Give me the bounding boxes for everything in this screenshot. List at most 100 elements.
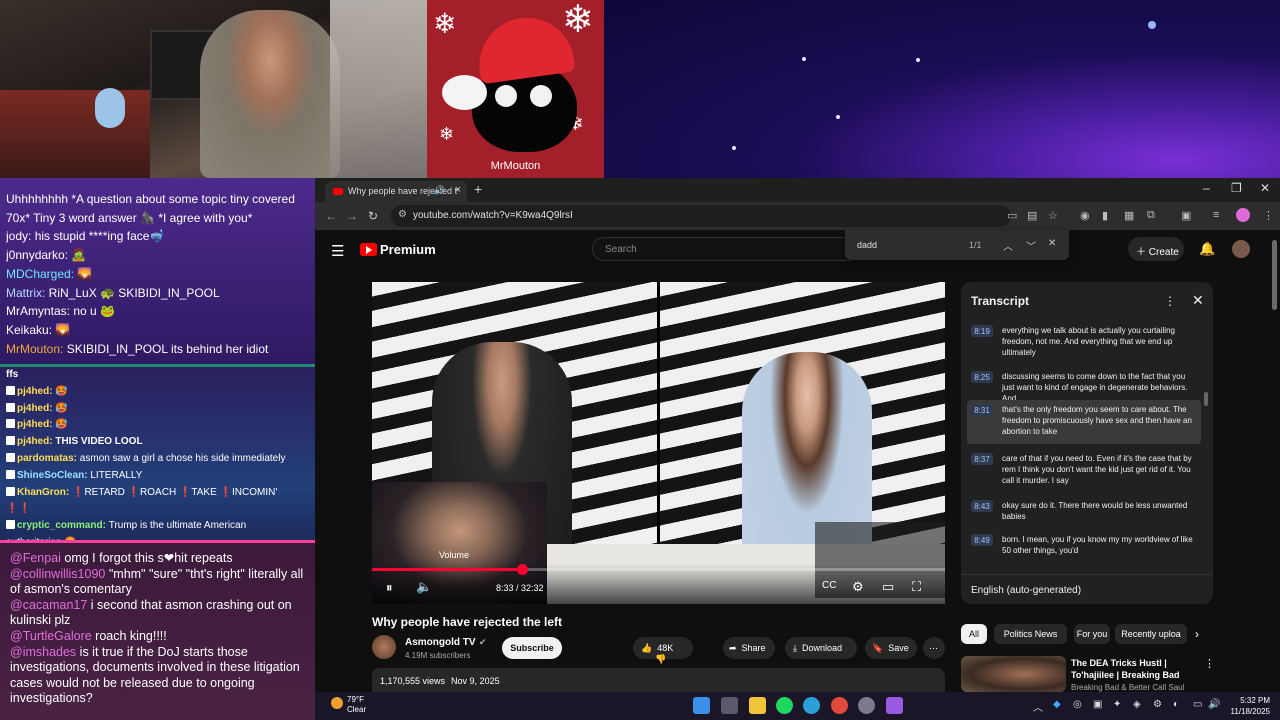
more-vertical-icon[interactable]: ⋮	[1164, 294, 1176, 308]
transcript-segment[interactable]: 8:31 that's the only freedom you seem to …	[967, 400, 1201, 444]
find-next-icon[interactable]: ﹀	[1026, 238, 1036, 253]
miniplayer-icon[interactable]: ▭	[882, 579, 894, 595]
obs-icon[interactable]	[858, 697, 875, 714]
tray-app-icon[interactable]: ◈	[1133, 699, 1141, 710]
chat-username[interactable]: pj4hed:	[17, 419, 55, 430]
channel-avatar[interactable]	[372, 635, 396, 659]
network-icon[interactable]: ▭	[1193, 699, 1202, 710]
chat-username[interactable]: KhanGron:	[17, 487, 72, 498]
extension-icon[interactable]: ▦	[1124, 209, 1134, 222]
progress-bar[interactable]	[372, 564, 945, 575]
filter-chip[interactable]: For you	[1074, 624, 1110, 644]
extension-icon[interactable]: ▮	[1102, 209, 1108, 222]
captions-icon[interactable]: CC	[822, 580, 836, 591]
transcript-scrollbar[interactable]	[1204, 392, 1208, 406]
tab-youtube[interactable]: Why people have rejected t 🔊 ×	[325, 181, 467, 202]
spotify-icon[interactable]	[776, 697, 793, 714]
find-close-icon[interactable]: ✕	[1048, 238, 1056, 249]
filter-chip[interactable]: Recently uploa	[1115, 624, 1187, 644]
comment-username[interactable]: @cacaman17	[10, 598, 91, 612]
reading-mode-icon[interactable]: ▤	[1027, 209, 1037, 222]
filter-chip[interactable]: Politics News	[994, 624, 1067, 644]
tray-chevron-icon[interactable]: ︿	[1033, 699, 1043, 714]
forward-icon[interactable]: →	[346, 209, 358, 223]
filter-chip[interactable]: All	[961, 624, 987, 644]
transcript-timestamp[interactable]: 8:31	[971, 404, 993, 416]
transcript-timestamp[interactable]: 8:25	[971, 371, 993, 383]
transcript-timestamp[interactable]: 8:37	[971, 453, 993, 465]
download-button[interactable]: ⤓ Download	[785, 637, 857, 659]
youtube-logo[interactable]: Premium	[360, 241, 436, 257]
back-icon[interactable]: ←	[325, 209, 337, 223]
tray-app-icon[interactable]: ◎	[1073, 699, 1082, 710]
reload-icon[interactable]: ↻	[368, 209, 378, 223]
recommended-title[interactable]: The DEA Tricks Hustl | To'hajiilee | Bre…	[1071, 657, 1201, 681]
share-button[interactable]: ➦ Share	[723, 637, 775, 659]
comment-username[interactable]: @collinwillis1090	[10, 567, 109, 581]
menu-hamburger-icon[interactable]: ☰	[331, 242, 344, 260]
install-app-icon[interactable]: ▭	[1007, 209, 1017, 222]
chat-username[interactable]: MDCharged:	[6, 267, 77, 281]
close-transcript-icon[interactable]: ✕	[1192, 292, 1204, 309]
transcript-segment[interactable]: 8:43 okay sure do it. There there would b…	[967, 496, 1201, 526]
edge-icon[interactable]	[803, 697, 820, 714]
comment-username[interactable]: @imshades	[10, 645, 80, 659]
site-info-icon[interactable]: ⚙	[398, 209, 407, 220]
chat-username[interactable]: MrAmyntas:	[6, 304, 73, 318]
chips-next-icon[interactable]: ›	[1195, 627, 1199, 641]
file-explorer-icon[interactable]	[749, 697, 766, 714]
chat-username[interactable]: ffs	[6, 369, 18, 380]
find-previous-icon[interactable]: ︿	[1003, 238, 1013, 253]
transcript-language[interactable]: English (auto-generated)	[961, 574, 1213, 596]
app-icon[interactable]	[886, 697, 903, 714]
chat-username[interactable]: j0nnydarko:	[6, 248, 71, 262]
tray-app-icon[interactable]: ▣	[1093, 699, 1102, 710]
transcript-timestamp[interactable]: 8:43	[971, 500, 993, 512]
pause-icon[interactable]: ⏸	[386, 580, 393, 596]
comment-username[interactable]: @TurtleGalore	[10, 629, 95, 643]
chat-username[interactable]: pj4hed:	[17, 403, 55, 414]
close-tab-icon[interactable]: ×	[455, 184, 461, 196]
system-clock[interactable]: 5:32 PM 11/18/2025	[1220, 695, 1270, 717]
transcript-timestamp[interactable]: 8:49	[971, 534, 993, 546]
tray-app-icon[interactable]: ◐	[1173, 699, 1179, 710]
new-tab-icon[interactable]: +	[474, 181, 482, 197]
minimize-icon[interactable]: –	[1203, 181, 1210, 195]
chat-username[interactable]: Mattrix:	[6, 286, 49, 300]
speaker-icon[interactable]: 🔊	[1208, 699, 1220, 710]
browser-menu-icon[interactable]: ⋮	[1263, 209, 1274, 222]
chat-username[interactable]: pardomatas:	[17, 453, 80, 464]
chat-username[interactable]: cryptic_command:	[17, 520, 109, 531]
create-button[interactable]: ＋ Create	[1128, 237, 1184, 261]
bookmark-star-icon[interactable]: ☆	[1048, 209, 1058, 222]
browser-profile-avatar[interactable]	[1236, 208, 1250, 222]
channel-name[interactable]: Asmongold TV	[405, 637, 476, 648]
transcript-segment[interactable]: 8:49 born. I mean, you if you know my my …	[967, 530, 1201, 560]
save-button[interactable]: 🔖 Save	[865, 637, 917, 659]
start-windows-icon[interactable]	[693, 697, 710, 714]
chrome-icon[interactable]	[831, 697, 848, 714]
find-input[interactable]: dadd	[857, 240, 877, 250]
recommended-thumbnail[interactable]	[961, 656, 1066, 692]
transcript-segment[interactable]: 8:37 care of that if you need to. Even if…	[967, 449, 1201, 493]
search-input[interactable]: Search	[592, 237, 852, 261]
close-window-icon[interactable]: ✕	[1260, 181, 1270, 195]
chat-username[interactable]: pj4hed:	[17, 436, 55, 447]
transcript-timestamp[interactable]: 8:19	[971, 325, 993, 337]
chat-username[interactable]: pj4hed:	[17, 386, 55, 397]
url-field[interactable]: ⚙ youtube.com/watch?v=K9wa4Q9lrsI	[391, 205, 1011, 227]
recommended-more-icon[interactable]: ⋮	[1204, 657, 1215, 670]
tray-app-icon[interactable]: ✦	[1113, 699, 1121, 710]
fullscreen-icon[interactable]: ⛶	[912, 579, 921, 595]
volume-icon[interactable]: 🔈	[416, 579, 432, 595]
notifications-bell-icon[interactable]: 🔔	[1199, 241, 1215, 257]
tray-app-icon[interactable]: ◆	[1053, 699, 1061, 710]
more-actions-button[interactable]: ⋯	[923, 637, 945, 659]
chat-username[interactable]: Keikaku:	[6, 323, 55, 337]
description-box[interactable]: 1,170,555 views Nov 9, 2025	[372, 668, 945, 692]
maximize-icon[interactable]: ❐	[1231, 181, 1242, 195]
transcript-segment[interactable]: 8:19 everything we talk about is actually…	[967, 321, 1201, 361]
chat-username[interactable]: jody:	[6, 229, 35, 243]
video-player[interactable]: Volume ⏸ 🔈 8:33 / 32:32 CC ⚙ ▭ ⛶	[372, 282, 945, 604]
comment-username[interactable]: @Fenpai	[10, 551, 64, 565]
